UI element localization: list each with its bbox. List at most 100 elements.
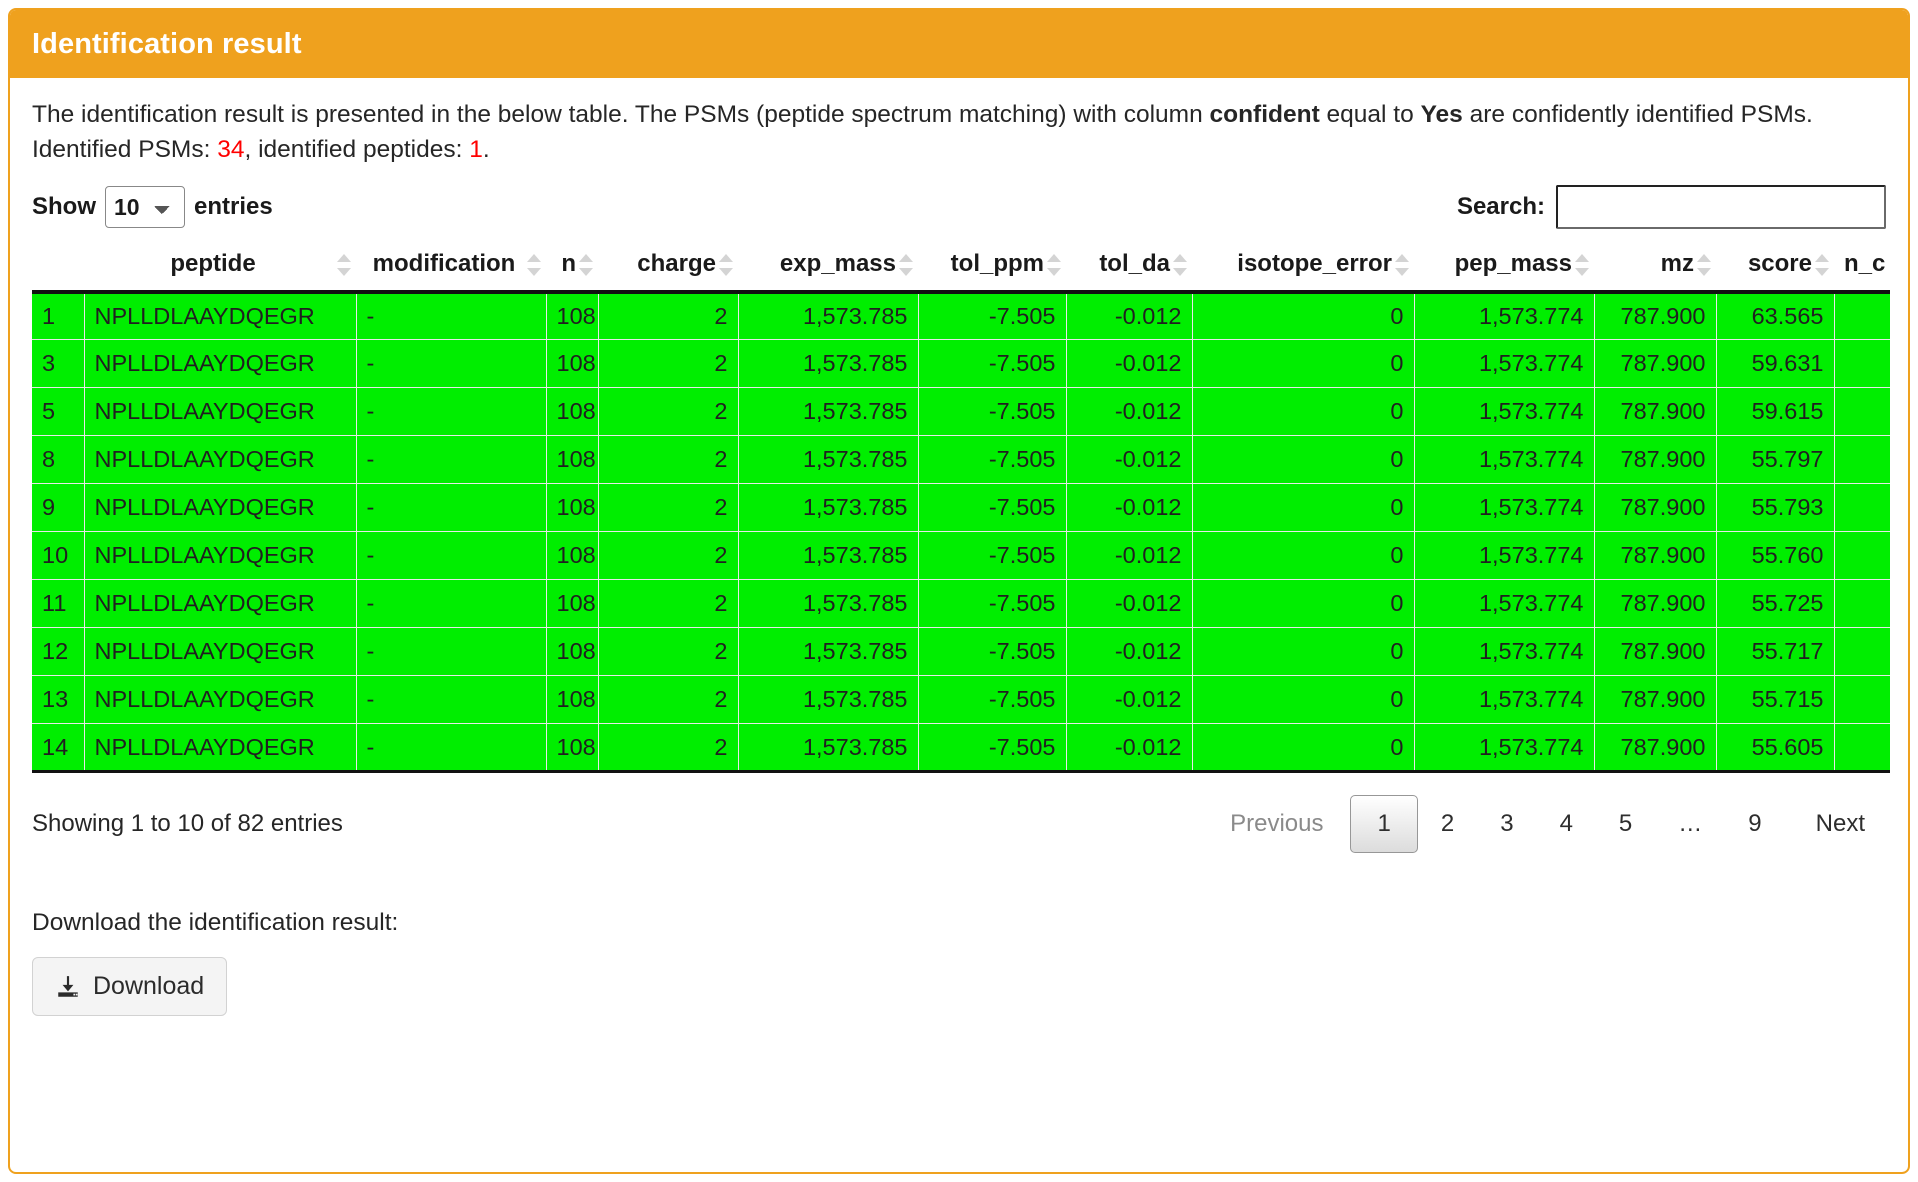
cell-tol-da: -0.012 <box>1066 579 1193 629</box>
cell-id: 8 <box>32 435 85 485</box>
sort-icon[interactable] <box>1047 253 1061 276</box>
cell-pep-mass: 1,573.774 <box>1414 627 1595 677</box>
pagination-page-9[interactable]: 9 <box>1725 799 1784 849</box>
column-header-charge[interactable]: charge <box>598 243 738 294</box>
cell-id: 3 <box>32 339 85 389</box>
cell-peptide: NPLLDLAAYDQEGR <box>84 435 357 485</box>
cell-n-c <box>1834 627 1890 677</box>
cell-tol-da: -0.012 <box>1066 723 1193 774</box>
cell-exp-mass: 1,573.785 <box>738 579 919 629</box>
desc-part-2: equal to <box>1319 101 1421 128</box>
cell-pep-mass: 1,573.774 <box>1414 531 1595 581</box>
column-header-n-c[interactable]: n_c <box>1834 243 1890 294</box>
column-header-score[interactable]: score <box>1716 243 1834 294</box>
cell-pep-mass: 1,573.774 <box>1414 339 1595 389</box>
cell-charge: 2 <box>598 531 739 581</box>
cell-peptide: NPLLDLAAYDQEGR <box>84 627 357 677</box>
cell-n: 108 <box>546 531 599 581</box>
sort-icon[interactable] <box>899 253 913 276</box>
cell-score: 55.717 <box>1716 627 1835 677</box>
column-header-peptide[interactable]: peptide <box>84 243 356 294</box>
cell-n-c <box>1834 435 1890 485</box>
cell-n: 108 <box>546 675 599 725</box>
table-row[interactable]: 9 NPLLDLAAYDQEGR -108 2 1,573.785 -7.505 -0.01… <box>32 483 1890 533</box>
column-header-n[interactable]: n <box>546 243 598 294</box>
pagination-page-4[interactable]: 4 <box>1537 799 1596 849</box>
cell-pep-mass: 1,573.774 <box>1414 483 1595 533</box>
cell-exp-mass: 1,573.785 <box>738 435 919 485</box>
sort-icon[interactable] <box>1697 253 1711 276</box>
column-header-exp-mass[interactable]: exp_mass <box>738 243 918 294</box>
column-header-modification[interactable]: modification <box>356 243 546 294</box>
sort-icon[interactable] <box>1173 253 1187 276</box>
column-header-isotope-error[interactable]: isotope_error <box>1192 243 1414 294</box>
cell-tol-da: -0.012 <box>1066 291 1193 341</box>
table-row[interactable]: 12 NPLLDLAAYDQEGR -108 2 1,573.785 -7.505 -0.0… <box>32 627 1890 677</box>
table-row[interactable]: 8 NPLLDLAAYDQEGR -108 2 1,573.785 -7.505 -0.01… <box>32 435 1890 485</box>
show-label: Show <box>32 192 96 220</box>
column-label-tol-da: tol_da <box>1099 249 1170 277</box>
table-row[interactable]: 3 NPLLDLAAYDQEGR -108 2 1,573.785 -7.505 -0.01… <box>32 339 1890 389</box>
cell-tol-da: -0.012 <box>1066 531 1193 581</box>
cell-score: 55.760 <box>1716 531 1835 581</box>
cell-tol-ppm: -7.505 <box>918 675 1067 725</box>
panel-header: Identification result <box>10 10 1908 78</box>
table-row[interactable]: 10 NPLLDLAAYDQEGR -108 2 1,573.785 -7.505 -0.0… <box>32 531 1890 581</box>
sort-icon[interactable] <box>1395 253 1409 276</box>
pagination-next[interactable]: Next <box>1785 801 1886 847</box>
pagination-page-5[interactable]: 5 <box>1596 799 1655 849</box>
download-button[interactable]: Download <box>32 957 228 1017</box>
cell-tol-ppm: -7.505 <box>918 435 1067 485</box>
table-controls: Show 102550100 entries Search: <box>32 184 1886 230</box>
cell-peptide: NPLLDLAAYDQEGR <box>84 675 357 725</box>
column-label-tol-ppm: tol_ppm <box>950 249 1044 277</box>
search-input[interactable] <box>1556 184 1886 229</box>
page-length-select[interactable]: 102550100 <box>105 185 185 228</box>
cell-charge: 2 <box>598 627 739 677</box>
column-header-pep-mass[interactable]: pep_mass <box>1414 243 1594 294</box>
pagination-previous[interactable]: Previous <box>1209 801 1350 847</box>
cell-id: 10 <box>32 531 85 581</box>
cell-n: 108 <box>546 483 599 533</box>
column-header-tol-ppm[interactable]: tol_ppm <box>918 243 1066 294</box>
column-header-index[interactable] <box>32 243 84 294</box>
cell-exp-mass: 1,573.785 <box>738 291 919 341</box>
sort-icon[interactable] <box>579 253 593 276</box>
entries-label: entries <box>194 192 273 220</box>
sort-icon[interactable] <box>1815 253 1829 276</box>
cell-score: 55.715 <box>1716 675 1835 725</box>
cell-modification: - <box>356 579 547 629</box>
table-row[interactable]: 5 NPLLDLAAYDQEGR -108 2 1,573.785 -7.505 -0.01… <box>32 387 1890 437</box>
cell-score: 59.631 <box>1716 339 1835 389</box>
cell-charge: 2 <box>598 387 739 437</box>
table-row[interactable]: 11 NPLLDLAAYDQEGR -108 2 1,573.785 -7.505 -0.0… <box>32 579 1890 629</box>
table-row[interactable]: 14 NPLLDLAAYDQEGR -108 2 1,573.785 -7.505 -0.0… <box>32 723 1890 774</box>
sort-icon[interactable] <box>527 253 541 276</box>
cell-mz: 787.900 <box>1594 291 1717 341</box>
download-label: Download the identification result: <box>32 909 399 937</box>
pagination-page-1[interactable]: 1 <box>1350 795 1418 854</box>
cell-pep-mass: 1,573.774 <box>1414 675 1595 725</box>
table-row[interactable]: 13 NPLLDLAAYDQEGR -108 2 1,573.785 -7.505 -0.0… <box>32 675 1890 725</box>
sort-icon[interactable] <box>337 253 351 276</box>
cell-peptide: NPLLDLAAYDQEGR <box>84 483 357 533</box>
column-header-mz[interactable]: mz <box>1594 243 1716 294</box>
cell-modification: - <box>356 291 547 341</box>
cell-mz: 787.900 <box>1594 483 1717 533</box>
cell-modification: - <box>356 483 547 533</box>
cell-exp-mass: 1,573.785 <box>738 627 919 677</box>
cell-n-c <box>1834 483 1890 533</box>
pagination-page-3[interactable]: 3 <box>1477 799 1536 849</box>
pagination-page-2[interactable]: 2 <box>1418 799 1477 849</box>
column-header-tol-da[interactable]: tol_da <box>1066 243 1192 294</box>
column-label-mz: mz <box>1660 249 1694 277</box>
sort-icon[interactable] <box>1575 253 1589 276</box>
cell-isotope-error: 0 <box>1192 387 1415 437</box>
column-label-peptide: peptide <box>170 249 256 277</box>
sort-icon[interactable] <box>719 253 733 276</box>
cell-isotope-error: 0 <box>1192 675 1415 725</box>
table-header-row: peptide modification n charge exp_mass t… <box>32 243 1890 294</box>
cell-n: 108 <box>546 339 599 389</box>
table-row[interactable]: 1 NPLLDLAAYDQEGR -108 2 1,573.785 -7.505 -0.01… <box>32 291 1890 341</box>
cell-score: 55.605 <box>1716 723 1835 774</box>
